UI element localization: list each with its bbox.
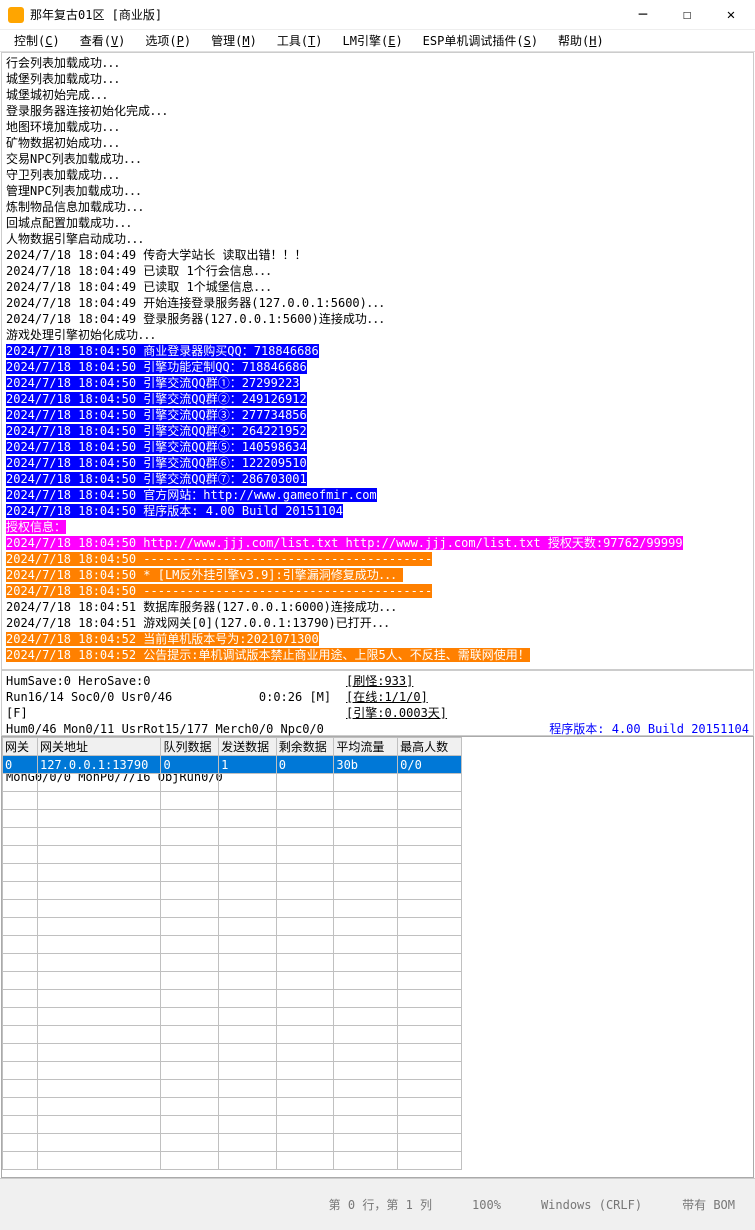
log-line: 2024/7/18 18:04:50 商业登录器购买QQ：718846686 [6, 343, 749, 359]
log-line: 2024/7/18 18:04:50 引擎交流QQ群③：277734856 [6, 407, 749, 423]
menu-options[interactable]: 选项(P) [135, 32, 201, 49]
grid-header[interactable]: 剩余数据 [276, 738, 334, 756]
table-row[interactable] [3, 936, 462, 954]
log-line: 2024/7/18 18:04:50 引擎交流QQ群⑤：140598634 [6, 439, 749, 455]
table-row[interactable] [3, 1098, 462, 1116]
table-row[interactable] [3, 1116, 462, 1134]
log-line: 游戏处理引擎初始化成功．．． [6, 327, 749, 343]
log-line: 2024/7/18 18:04:52 公告提示:单机调试版本禁止商业用途、上限5… [6, 647, 749, 663]
log-line: 矿物数据初始成功．．． [6, 135, 749, 151]
log-line: 2024/7/18 18:04:50 引擎交流QQ群⑥：122209510 [6, 455, 749, 471]
titlebar: 那年复古01区 [商业版] ─ ☐ ✕ [0, 0, 755, 30]
table-row[interactable] [3, 972, 462, 990]
grid-header[interactable]: 网关 [3, 738, 38, 756]
log-line: 回城点配置加载成功．．． [6, 215, 749, 231]
table-row[interactable] [3, 1152, 462, 1170]
table-row[interactable] [3, 792, 462, 810]
status-version: 程序版本: 4.00 Build 20151104 [346, 721, 749, 737]
log-line: 2024/7/18 18:04:52 当前单机版本号为:2021071300 [6, 631, 749, 647]
log-area[interactable]: 行会列表加载成功．．．城堡列表加载成功．．．城堡城初始完成．．．登录服务器连接初… [1, 52, 754, 670]
log-line: 2024/7/18 18:04:49 开始连接登录服务器(127.0.0.1:5… [6, 295, 749, 311]
menu-tools[interactable]: 工具(T) [267, 32, 333, 49]
table-row[interactable] [3, 1026, 462, 1044]
menu-esp-plugin[interactable]: ESP单机调试插件(S) [413, 32, 548, 49]
table-row[interactable] [3, 1008, 462, 1026]
footer-encoding: 带有 BOM [682, 1196, 735, 1213]
log-line: 2024/7/18 18:04:50 官方网站：http://www.gameo… [6, 487, 749, 503]
log-line: 城堡城初始完成．．． [6, 87, 749, 103]
status-panel: HumSave:0 HeroSave:0 Run16/14 Soc0/0 Usr… [1, 670, 754, 736]
log-line: 2024/7/18 18:04:49 登录服务器(127.0.0.1:5600)… [6, 311, 749, 327]
log-line: 2024/7/18 18:04:50 引擎功能定制QQ：718846686 [6, 359, 749, 375]
minimize-button[interactable]: ─ [621, 0, 665, 30]
log-line: 地图环境加载成功．．． [6, 119, 749, 135]
log-line: 2024/7/18 18:04:50 ---------------------… [6, 551, 749, 567]
table-row[interactable] [3, 864, 462, 882]
status-run: Run16/14 Soc0/0 Usr0/46 0:0:26 [M][F] [6, 689, 346, 721]
footer-position: 第 0 行，第 1 列 [329, 1196, 432, 1213]
app-icon [8, 7, 24, 23]
table-row[interactable] [3, 1062, 462, 1080]
window-title: 那年复古01区 [商业版] [30, 6, 621, 23]
table-row[interactable] [3, 882, 462, 900]
grid-header[interactable]: 队列数据 [161, 738, 219, 756]
log-line: 2024/7/18 18:04:50 引擎交流QQ群①：27299223 [6, 375, 749, 391]
menu-lm-engine[interactable]: LM引擎(E) [333, 32, 413, 49]
table-row[interactable] [3, 1134, 462, 1152]
table-row[interactable] [3, 774, 462, 792]
footer-crlf: Windows (CRLF) [541, 1198, 642, 1212]
menu-control[interactable]: 控制(C) [4, 32, 70, 49]
gateway-grid[interactable]: 网关网关地址队列数据发送数据剩余数据平均流量最高人数 0127.0.0.1:13… [1, 736, 754, 1178]
log-line: 行会列表加载成功．．． [6, 55, 749, 71]
table-row[interactable] [3, 828, 462, 846]
log-line: 2024/7/18 18:04:49 已读取 1个行会信息．．． [6, 263, 749, 279]
log-line: 城堡列表加载成功．．． [6, 71, 749, 87]
table-row[interactable] [3, 1044, 462, 1062]
menu-manage[interactable]: 管理(M) [201, 32, 267, 49]
log-line: 炼制物品信息加载成功．．． [6, 199, 749, 215]
table-row[interactable] [3, 1080, 462, 1098]
close-button[interactable]: ✕ [709, 0, 753, 30]
table-row[interactable] [3, 954, 462, 972]
footer-statusbar: 第 0 行，第 1 列 100% Windows (CRLF) 带有 BOM [0, 1178, 755, 1230]
table-row[interactable] [3, 900, 462, 918]
status-refresh: [刷怪:933] [346, 673, 749, 689]
log-line: 2024/7/18 18:04:50 引擎交流QQ群④：264221952 [6, 423, 749, 439]
menubar: 控制(C) 查看(V) 选项(P) 管理(M) 工具(T) LM引擎(E) ES… [0, 30, 755, 52]
log-line: 管理NPC列表加载成功．．． [6, 183, 749, 199]
status-humsave: HumSave:0 HeroSave:0 [6, 673, 346, 689]
table-row[interactable] [3, 990, 462, 1008]
log-line: 交易NPC列表加载成功．．． [6, 151, 749, 167]
log-line: 2024/7/18 18:04:49 传奇大学站长 读取出错！！！ [6, 247, 749, 263]
grid-header[interactable]: 平均流量 [334, 738, 398, 756]
grid-header[interactable]: 最高人数 [398, 738, 462, 756]
log-line: 2024/7/18 18:04:50 * [LM反外挂引擎v3.9]:引擎漏洞修… [6, 567, 749, 583]
footer-zoom: 100% [472, 1198, 501, 1212]
log-line: 2024/7/18 18:04:51 数据库服务器(127.0.0.1:6000… [6, 599, 749, 615]
table-row[interactable]: 0127.0.0.1:1379001030b0/0 [3, 756, 462, 774]
table-row[interactable] [3, 810, 462, 828]
log-line: 2024/7/18 18:04:51 游戏网关[0](127.0.0.1:137… [6, 615, 749, 631]
table-row[interactable] [3, 918, 462, 936]
maximize-button[interactable]: ☐ [665, 0, 709, 30]
status-online: [在线:1/1/0] [346, 689, 749, 705]
menu-view[interactable]: 查看(V) [70, 32, 136, 49]
grid-header[interactable]: 网关地址 [37, 738, 160, 756]
log-line: 2024/7/18 18:04:49 已读取 1个城堡信息．．． [6, 279, 749, 295]
log-line: 2024/7/18 18:04:50 引擎交流QQ群⑦：286703001 [6, 471, 749, 487]
log-line: 授权信息： [6, 519, 749, 535]
menu-help[interactable]: 帮助(H) [548, 32, 614, 49]
log-line: 守卫列表加载成功．．． [6, 167, 749, 183]
log-line: 2024/7/18 18:04:50 http://www.jjj.com/li… [6, 535, 749, 551]
grid-header[interactable]: 发送数据 [219, 738, 277, 756]
log-line: 2024/7/18 18:04:50 程序版本: 4.00 Build 2015… [6, 503, 749, 519]
log-line: 2024/7/18 18:04:50 引擎交流QQ群②：249126912 [6, 391, 749, 407]
log-line: 登录服务器连接初始化完成．．． [6, 103, 749, 119]
table-row[interactable] [3, 846, 462, 864]
status-engine: [引擎:0.0003天] [346, 705, 749, 721]
log-line: 2024/7/18 18:04:50 ---------------------… [6, 583, 749, 599]
log-line: 人物数据引擎启动成功．．． [6, 231, 749, 247]
